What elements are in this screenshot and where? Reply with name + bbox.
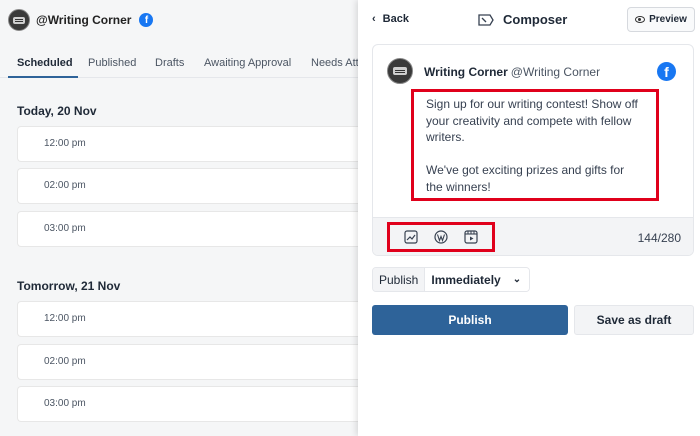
time-slot[interactable]: 02:00 pm bbox=[17, 168, 360, 204]
day-heading: Today, 20 Nov bbox=[17, 104, 97, 118]
account-name: @Writing Corner bbox=[36, 13, 132, 27]
slot-time: 03:00 pm bbox=[44, 398, 86, 409]
publish-timing-select[interactable]: Publish Immediately ⌄ bbox=[372, 267, 531, 292]
toolbar-icons-highlight bbox=[387, 222, 495, 252]
wordpress-icon[interactable] bbox=[434, 230, 448, 244]
composer-panel: ‹ Back Composer Preview Writing Corner @W… bbox=[358, 0, 700, 436]
publish-label: Publish bbox=[373, 268, 426, 291]
post-toolbar: 144/280 bbox=[373, 217, 693, 255]
save-as-draft-button[interactable]: Save as draft bbox=[574, 305, 694, 335]
composer-title: Composer bbox=[503, 12, 568, 27]
composer-icon bbox=[478, 13, 494, 26]
time-slot[interactable]: 03:00 pm bbox=[17, 211, 360, 247]
account-avatar bbox=[8, 9, 30, 31]
time-slot[interactable]: 12:00 pm bbox=[17, 126, 360, 162]
publish-button[interactable]: Publish bbox=[372, 305, 568, 335]
publish-when-dropdown[interactable]: Immediately ⌄ bbox=[425, 268, 530, 291]
active-tab-indicator bbox=[8, 76, 78, 78]
slot-time: 02:00 pm bbox=[44, 356, 86, 367]
tab-needs-attention[interactable]: Needs Att bbox=[311, 57, 359, 69]
eye-icon bbox=[635, 16, 646, 23]
time-slot[interactable]: 02:00 pm bbox=[17, 344, 360, 380]
back-button[interactable]: ‹ Back bbox=[372, 13, 409, 25]
preview-button[interactable]: Preview bbox=[627, 7, 695, 32]
slot-time: 12:00 pm bbox=[44, 313, 86, 324]
schedule-pane: @Writing Corner f Scheduled Published Dr… bbox=[0, 0, 360, 436]
tab-bar: Scheduled Published Drafts Awaiting Appr… bbox=[0, 48, 360, 78]
post-text-highlight[interactable]: Sign up for our writing contest! Show of… bbox=[411, 89, 659, 201]
media-library-icon[interactable] bbox=[464, 230, 478, 244]
chevron-left-icon: ‹ bbox=[372, 13, 376, 25]
author-handle: @Writing Corner bbox=[510, 65, 601, 79]
post-card: Writing Corner @Writing Corner f Sign up … bbox=[372, 44, 694, 256]
chevron-down-icon: ⌄ bbox=[512, 274, 522, 285]
preview-label: Preview bbox=[649, 14, 687, 25]
facebook-icon: f bbox=[657, 62, 676, 81]
back-label: Back bbox=[382, 13, 409, 25]
tab-drafts[interactable]: Drafts bbox=[155, 57, 184, 69]
tab-published[interactable]: Published bbox=[88, 57, 136, 69]
slot-time: 02:00 pm bbox=[44, 180, 86, 191]
tab-awaiting-approval[interactable]: Awaiting Approval bbox=[204, 57, 291, 69]
time-slot[interactable]: 12:00 pm bbox=[17, 301, 360, 337]
image-chart-icon[interactable] bbox=[404, 230, 418, 244]
composer-header: Composer bbox=[478, 12, 567, 27]
publish-when-value: Immediately bbox=[431, 272, 501, 287]
slot-time: 12:00 pm bbox=[44, 138, 86, 149]
time-slot[interactable]: 03:00 pm bbox=[17, 386, 360, 422]
facebook-icon: f bbox=[139, 13, 154, 27]
tab-scheduled[interactable]: Scheduled bbox=[17, 57, 73, 69]
account-header: @Writing Corner f bbox=[8, 8, 154, 32]
slot-time: 03:00 pm bbox=[44, 223, 86, 234]
author-name: Writing Corner bbox=[424, 65, 508, 79]
character-counter: 144/280 bbox=[637, 231, 681, 245]
post-text[interactable]: Sign up for our writing contest! Show of… bbox=[426, 96, 644, 195]
day-heading: Tomorrow, 21 Nov bbox=[17, 279, 121, 293]
author-avatar bbox=[387, 58, 413, 84]
author-line: Writing Corner @Writing Corner bbox=[424, 65, 600, 79]
